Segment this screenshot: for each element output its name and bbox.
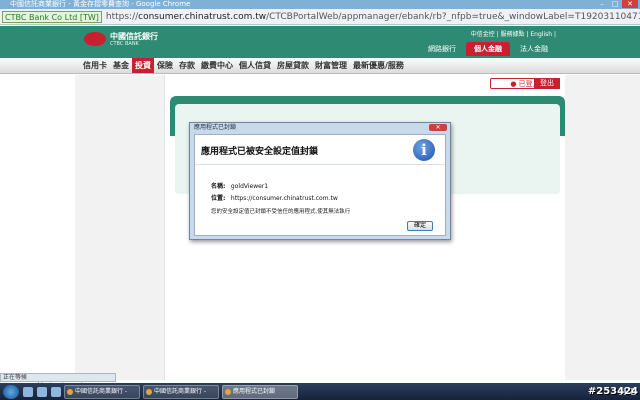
location-label: 位置: xyxy=(211,195,226,202)
ev-certificate-badge[interactable]: CTBC Bank Co Ltd [TW] xyxy=(2,10,102,23)
url-path: /CTCBPortalWeb/appmanager/ebank/rb?_nfpb… xyxy=(266,11,640,22)
blocked-app-dialog: 應用程式已封鎖 ✕ 應用程式已被安全設定值封鎖 i 名稱: goldViewer… xyxy=(189,122,451,240)
main-nav: 信用卡 基金 投資 保險 存款 繳費中心 個人信貸 房屋貸款 財富管理 最新優惠… xyxy=(0,58,640,74)
right-sidebar xyxy=(565,75,640,380)
chrome-icon xyxy=(146,388,152,395)
taskbar: 中國信託商業銀行 - 中國信託商業銀行 - 應用程式已封鎖 xyxy=(0,383,640,400)
status-bar: 正在等候 consumer.chinatrust.com.tw... xyxy=(0,373,116,389)
ie-icon[interactable] xyxy=(23,386,33,397)
dialog-heading: 應用程式已被安全設定值封鎖 xyxy=(201,147,319,157)
taskbar-item-label: 中國信託商業銀行 - xyxy=(154,387,207,395)
dialog-title: 應用程式已封鎖 xyxy=(194,124,237,131)
chrome-icon xyxy=(67,388,73,395)
nav-item-fund[interactable]: 基金 xyxy=(110,58,132,73)
ctbc-logo-icon[interactable] xyxy=(84,32,106,46)
nav-item-payment[interactable]: 繳費中心 xyxy=(198,58,236,73)
media-player-icon[interactable] xyxy=(51,386,61,397)
app-name-row: 名稱: goldViewer1 xyxy=(211,181,268,190)
java-icon xyxy=(225,388,231,395)
ok-button[interactable]: 確定 xyxy=(407,221,433,231)
window-controls: – □ ✕ xyxy=(596,0,638,9)
left-sidebar xyxy=(75,75,165,380)
logout-button[interactable]: 登出 xyxy=(534,78,560,89)
user-icon: ● xyxy=(510,80,517,88)
maximize-icon[interactable]: □ xyxy=(609,0,621,8)
site-header: 中國信託銀行 CTBC BANK 中信金控 | 服務據點 | English |… xyxy=(0,26,640,58)
taskbar-item-label: 中國信託商業銀行 - xyxy=(75,387,128,395)
info-icon: i xyxy=(413,139,435,161)
nav-item-offers[interactable]: 最新優惠/服務 xyxy=(350,58,407,73)
folder-icon[interactable] xyxy=(37,386,47,397)
dialog-header: 應用程式已被安全設定值封鎖 i xyxy=(195,135,445,165)
taskbar-item-label: 應用程式已封鎖 xyxy=(233,387,276,395)
tab-personal[interactable]: 個人金融 xyxy=(466,42,510,56)
taskbar-item[interactable]: 中國信託商業銀行 - xyxy=(64,384,140,399)
url-field[interactable]: https://consumer.chinatrust.com.tw/CTCBP… xyxy=(106,12,640,22)
start-button-icon[interactable] xyxy=(3,384,19,399)
close-icon[interactable]: ✕ xyxy=(622,0,638,8)
url-scheme: https:// xyxy=(105,11,139,22)
window-titlebar: 中國信託商業銀行 - 黃金存摺零費查詢 - Google Chrome – □ … xyxy=(0,0,640,9)
app-location-row: 位置: https://consumer.chinatrust.com.tw xyxy=(211,193,338,202)
nav-item-wealth[interactable]: 財富管理 xyxy=(312,58,350,73)
nav-item-insurance[interactable]: 保險 xyxy=(154,58,176,73)
warning-text: 您的安全設定值已封鎖不受信任的應用程式,使其無法執行 xyxy=(211,209,351,215)
address-bar[interactable]: CTBC Bank Co Ltd [TW] https://consumer.c… xyxy=(0,9,640,25)
taskbar-item[interactable]: 中國信託商業銀行 - xyxy=(143,384,219,399)
nav-item-mortgage[interactable]: 房屋貸款 xyxy=(274,58,312,73)
tab-corporate[interactable]: 法人金融 xyxy=(512,42,556,56)
name-label: 名稱: xyxy=(211,183,226,190)
minimize-icon[interactable]: – xyxy=(596,0,608,8)
window-title: 中國信託商業銀行 - 黃金存摺零費查詢 - Google Chrome xyxy=(10,0,191,8)
nav-item-deposit[interactable]: 存款 xyxy=(176,58,198,73)
top-links[interactable]: 中信金控 | 服務據點 | English | xyxy=(471,29,556,38)
name-value: goldViewer1 xyxy=(230,183,269,190)
location-value: https://consumer.chinatrust.com.tw xyxy=(230,195,338,202)
brand-name-en: CTBC BANK xyxy=(110,41,139,47)
dialog-close-icon[interactable]: ✕ xyxy=(429,124,447,131)
tab-ebank[interactable]: 網路銀行 xyxy=(420,42,464,56)
dialog-body: 應用程式已被安全設定值封鎖 i 名稱: goldViewer1 位置: http… xyxy=(194,134,446,236)
url-host: consumer.chinatrust.com.tw xyxy=(138,11,267,22)
nav-item-credit-card[interactable]: 信用卡 xyxy=(80,58,110,73)
watermark-id: #253424 xyxy=(587,386,638,397)
taskbar-item[interactable]: 應用程式已封鎖 xyxy=(222,384,298,399)
nav-item-personal-loan[interactable]: 個人信貸 xyxy=(236,58,274,73)
top-tabs: 網路銀行 個人金融 法人金融 xyxy=(420,42,556,56)
nav-item-investment[interactable]: 投資 xyxy=(132,58,154,73)
